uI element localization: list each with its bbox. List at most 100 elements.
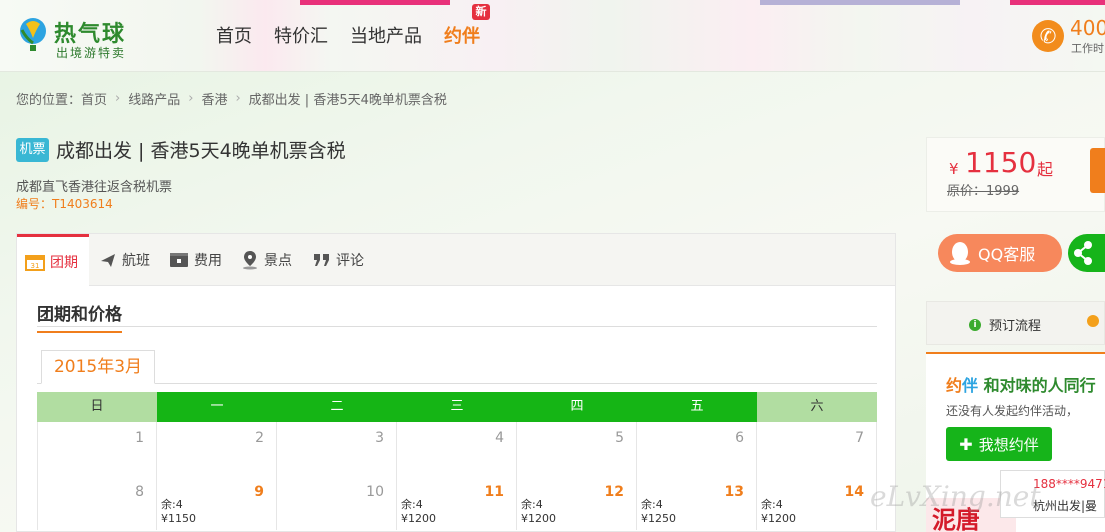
tab-reviews[interactable]: 评论 [313, 234, 364, 286]
book-now-button[interactable] [1090, 148, 1105, 193]
hotline-number: 400 [1070, 16, 1105, 40]
original-price: 原价：1999 [947, 184, 1020, 199]
balloon-icon [20, 18, 46, 51]
seats-left: 余:4 [761, 498, 783, 511]
booking-process-link[interactable]: i 预订流程 [969, 315, 1041, 334]
tab-fees[interactable]: 费用 [169, 234, 222, 286]
calendar-day-available[interactable]: 14 余:4 ¥1200 [757, 476, 877, 530]
day-price: ¥1200 [521, 512, 556, 525]
day-price: ¥1200 [761, 512, 796, 525]
day-availability: 余:4 ¥1250 [641, 498, 676, 526]
qq-penguin-icon [950, 242, 970, 265]
weekday-header: 五 [637, 392, 757, 422]
calendar-day: 8 [37, 476, 157, 530]
quote-icon [314, 254, 329, 266]
month-tab[interactable]: 2015年3月 [41, 350, 155, 384]
breadcrumb-item-home[interactable]: 首页 [81, 89, 107, 108]
calendar-header: 日 一 二 三 四 五 六 [37, 392, 877, 422]
qq-service-button[interactable]: QQ客服 [938, 234, 1062, 272]
qq-service-label: QQ客服 [978, 245, 1036, 264]
weekday-header: 一 [157, 392, 277, 422]
day-availability: 余:4 ¥1200 [521, 498, 556, 526]
day-number: 14 [844, 484, 864, 500]
calendar-day: 6 [637, 422, 757, 476]
calendar-day: 4 [397, 422, 517, 476]
want-companion-button[interactable]: ✚ 我想约伴 [946, 427, 1052, 461]
share-button[interactable] [1068, 234, 1105, 272]
info-icon: i [969, 318, 981, 331]
price-amount: 1150 [965, 146, 1037, 179]
seats-left: 余:4 [161, 498, 183, 511]
seats-left: 余:4 [401, 498, 423, 511]
day-number: 6 [735, 430, 744, 446]
calendar-day: 5 [517, 422, 637, 476]
calendar-week: 8 9 余:4 ¥1150 10 11 余:4 ¥1200 12 余:4 ¥12… [37, 476, 877, 530]
day-number: 4 [495, 430, 504, 446]
site-logo[interactable]: 热气球 出境游特卖 [16, 14, 146, 62]
weekday-header: 六 [757, 392, 877, 422]
breadcrumb-prefix: 您的位置： [16, 93, 82, 108]
tab-schedule[interactable]: 31 团期 [17, 234, 89, 287]
day-number: 11 [484, 484, 504, 500]
main-nav: 首页 特价汇 当地产品 约伴 新 [216, 4, 490, 48]
weekday-header: 三 [397, 392, 517, 422]
tab-flight[interactable]: 航班 [99, 234, 150, 286]
chevron-right-icon: › [115, 91, 121, 106]
new-badge: 新 [472, 4, 490, 20]
tab-label: 团期 [50, 255, 78, 271]
calendar-day-available[interactable]: 13 余:4 ¥1250 [637, 476, 757, 530]
header-bar: 热气球 出境游特卖 首页 特价汇 当地产品 约伴 新 ✆ 400 工作时 [0, 0, 1105, 72]
calendar-day-available[interactable]: 9 余:4 ¥1150 [157, 476, 277, 530]
day-number: 12 [604, 484, 624, 500]
breadcrumb-item-hongkong[interactable]: 香港 [201, 89, 227, 108]
tab-label: 费用 [194, 253, 222, 269]
day-price: ¥1250 [641, 512, 676, 525]
calendar-week: 1 2 3 4 5 6 7 [37, 422, 877, 476]
weekday-header: 日 [37, 392, 157, 422]
breadcrumb-item-routes[interactable]: 线路产品 [128, 89, 180, 108]
chevron-right-icon: › [188, 91, 194, 106]
day-number: 9 [254, 484, 264, 500]
day-number: 5 [615, 430, 624, 446]
companion-brand: 伴 [962, 376, 979, 395]
tab-sights[interactable]: 景点 [241, 234, 292, 286]
day-number: 2 [255, 430, 264, 446]
main-panel: 31 团期 航班 费用 景点 评论 团期和价格 2015年3月 日 一 二 三 … [16, 233, 896, 532]
nav-companion[interactable]: 约伴 新 [444, 4, 490, 48]
day-number: 10 [366, 484, 384, 500]
companion-brand: 约 [946, 376, 963, 395]
want-companion-label: 我想约伴 [978, 435, 1039, 454]
float-text: 杭州出发|曼 [1033, 499, 1098, 513]
breadcrumb-item-current: 成都出发 | 香港5天4晚单机票含税 [248, 93, 447, 108]
logo-subtitle: 出境游特卖 [56, 46, 127, 60]
calendar-day: 10 [277, 476, 397, 530]
price-calendar: 日 一 二 三 四 五 六 1 2 3 4 5 6 7 8 9 余:4 ¥115… [37, 392, 877, 530]
calendar-day-available[interactable]: 11 余:4 ¥1200 [397, 476, 517, 530]
calendar-day-available[interactable]: 12 余:4 ¥1200 [517, 476, 637, 530]
day-availability: 余:4 ¥1200 [401, 498, 436, 526]
booking-process-label: 预订流程 [989, 319, 1042, 334]
decor-stripe [300, 0, 450, 5]
nav-deals[interactable]: 特价汇 [274, 22, 328, 48]
price-currency: ¥ [949, 160, 959, 178]
detail-tabs: 31 团期 航班 费用 景点 评论 [17, 234, 895, 287]
price-box: ¥ 1150 起 原价：1999 [926, 137, 1105, 212]
plane-icon [101, 254, 115, 267]
divider [37, 383, 877, 384]
process-extra[interactable] [1087, 315, 1099, 327]
calendar-icon: 31 [25, 255, 45, 271]
map-pin-icon [243, 251, 257, 270]
day-number: 3 [375, 430, 384, 446]
day-number: 7 [855, 430, 864, 446]
day-number: 8 [135, 484, 144, 500]
companion-title: 约伴 和对味的人同行 [946, 372, 1096, 396]
companion-description: 还没有人发起约伴活动， [946, 404, 1079, 418]
nav-local-products[interactable]: 当地产品 [350, 22, 422, 48]
nav-home[interactable]: 首页 [216, 22, 252, 48]
tab-label: 景点 [264, 253, 292, 269]
warning-icon [1087, 315, 1099, 327]
breadcrumb: 您的位置： 首页 › 线路产品 › 香港 › 成都出发 | 香港5天4晚单机票含… [16, 89, 447, 108]
calendar-day: 7 [757, 422, 877, 476]
watermark: eLvXing.net [870, 480, 1041, 513]
chevron-right-icon: › [235, 91, 241, 106]
